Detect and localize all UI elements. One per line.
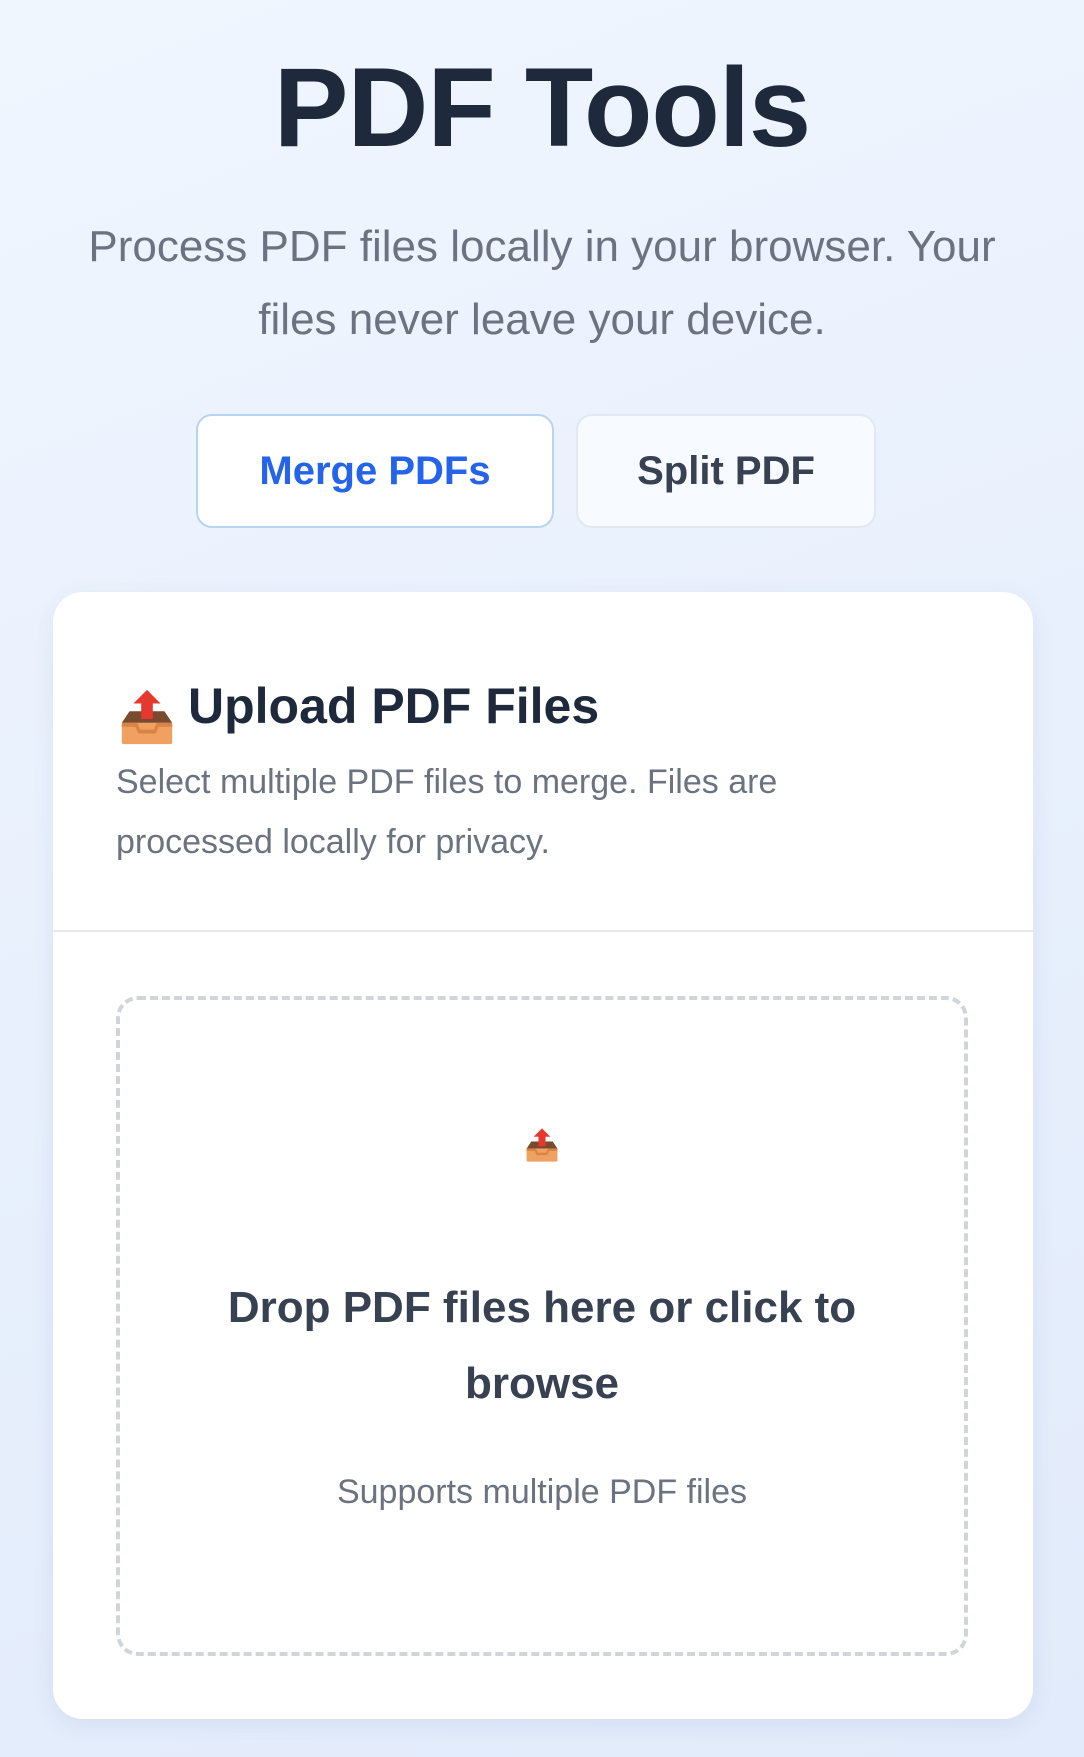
- tool-tabs: Merge PDFs Split PDF: [0, 414, 1084, 528]
- upload-card-header: Upload PDF Files Select multiple PDF fil…: [53, 592, 1033, 932]
- outbox-tray-icon: [526, 1128, 558, 1162]
- outbox-tray-icon: [121, 689, 173, 745]
- tab-split-pdf[interactable]: Split PDF: [576, 414, 876, 528]
- upload-title: Upload PDF Files: [188, 678, 600, 734]
- page-title: PDF Tools: [273, 45, 811, 170]
- upload-card: Upload PDF Files Select multiple PDF fil…: [53, 592, 1033, 1719]
- upload-description: Select multiple PDF files to merge. File…: [116, 763, 778, 861]
- tab-merge-pdfs[interactable]: Merge PDFs: [196, 414, 554, 528]
- dropzone-subtitle: Supports multiple PDF files: [336, 1473, 748, 1511]
- dropzone-title: Drop PDF files here or click to browse: [227, 1283, 857, 1408]
- upload-title-row: Upload PDF Files: [116, 664, 599, 748]
- page-subtitle: Process PDF files locally in your browse…: [88, 222, 996, 344]
- pdf-dropzone[interactable]: Drop PDF files here or click to browse S…: [116, 996, 968, 1656]
